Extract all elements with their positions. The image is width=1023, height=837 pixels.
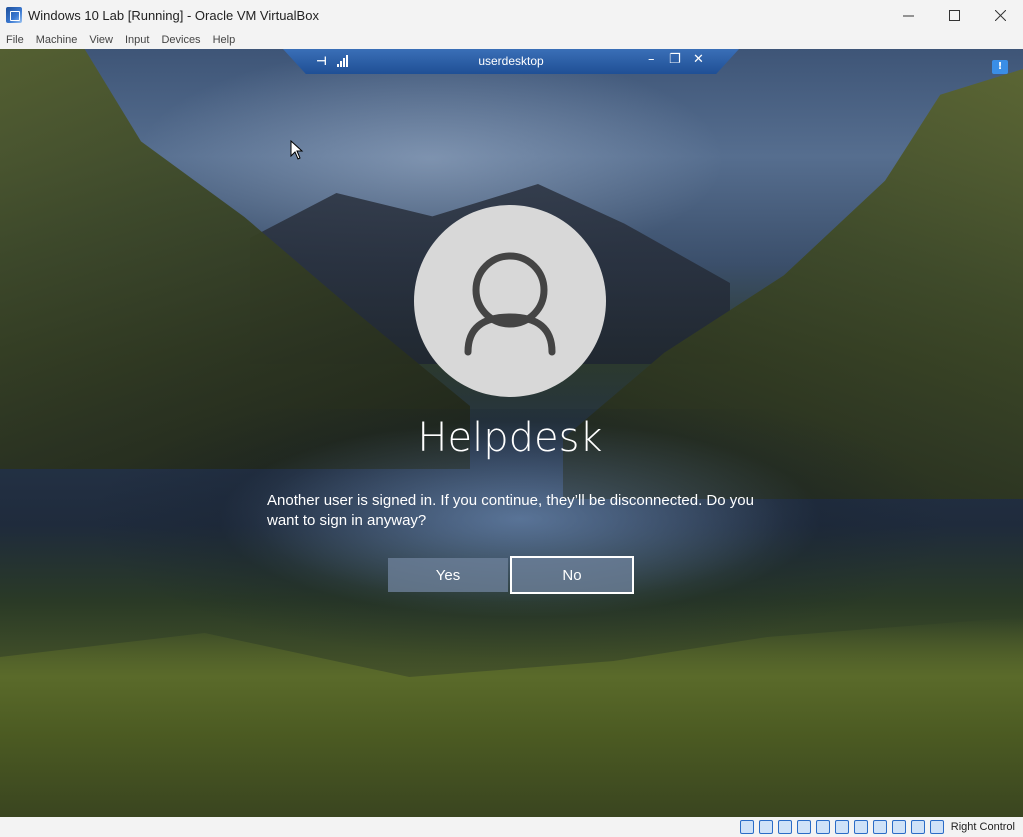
notification-icon[interactable]: ! xyxy=(992,60,1008,74)
yes-button[interactable]: Yes xyxy=(388,558,508,592)
window-title: Windows 10 Lab [Running] - Oracle VM Vir… xyxy=(28,7,319,23)
hard-disk-icon[interactable] xyxy=(739,820,754,834)
keyboard-icon[interactable] xyxy=(929,820,944,834)
video-capture-icon[interactable] xyxy=(872,820,887,834)
signin-message: Another user is signed in. If you contin… xyxy=(267,492,754,529)
menu-help[interactable]: Help xyxy=(207,34,242,46)
rdp-restore-button[interactable]: ❐ xyxy=(669,52,681,67)
menu-machine[interactable]: Machine xyxy=(30,34,84,46)
minimize-button[interactable] xyxy=(885,0,931,30)
virtualbox-icon xyxy=(6,7,22,23)
rdp-close-button[interactable]: ✕ xyxy=(693,52,704,67)
audio-icon[interactable] xyxy=(777,820,792,834)
user-icon xyxy=(464,252,556,356)
avatar xyxy=(414,205,606,397)
shared-folder-icon[interactable] xyxy=(834,820,849,834)
menu-devices[interactable]: Devices xyxy=(155,34,206,46)
mouse-integration-icon[interactable] xyxy=(910,820,925,834)
window-controls xyxy=(885,0,1023,30)
username: Helpdesk xyxy=(417,415,603,461)
status-bar: Right Control xyxy=(0,817,1023,837)
maximize-button[interactable] xyxy=(931,0,977,30)
no-button[interactable]: No xyxy=(510,556,634,594)
window-title-bar[interactable]: Windows 10 Lab [Running] - Oracle VM Vir… xyxy=(0,0,1023,30)
maximize-icon xyxy=(948,9,960,21)
usb-icon[interactable] xyxy=(815,820,830,834)
mouse-cursor-icon xyxy=(290,140,304,160)
rdp-minimize-button[interactable]: – xyxy=(648,52,655,67)
remote-desktop-connection-bar[interactable]: ⊣ userdesktop – ❐ ✕ xyxy=(283,49,739,74)
close-icon xyxy=(994,9,1006,21)
host-key-label: Right Control xyxy=(950,821,1015,833)
cpu-icon[interactable] xyxy=(891,820,906,834)
menu-file[interactable]: File xyxy=(0,34,30,46)
menu-view[interactable]: View xyxy=(83,34,119,46)
menu-input[interactable]: Input xyxy=(119,34,155,46)
optical-drive-icon[interactable] xyxy=(758,820,773,834)
menu-bar: File Machine View Input Devices Help xyxy=(0,30,1023,49)
network-icon[interactable] xyxy=(796,820,811,834)
close-button[interactable] xyxy=(977,0,1023,30)
minimize-icon xyxy=(902,15,914,16)
display-icon[interactable] xyxy=(853,820,868,834)
